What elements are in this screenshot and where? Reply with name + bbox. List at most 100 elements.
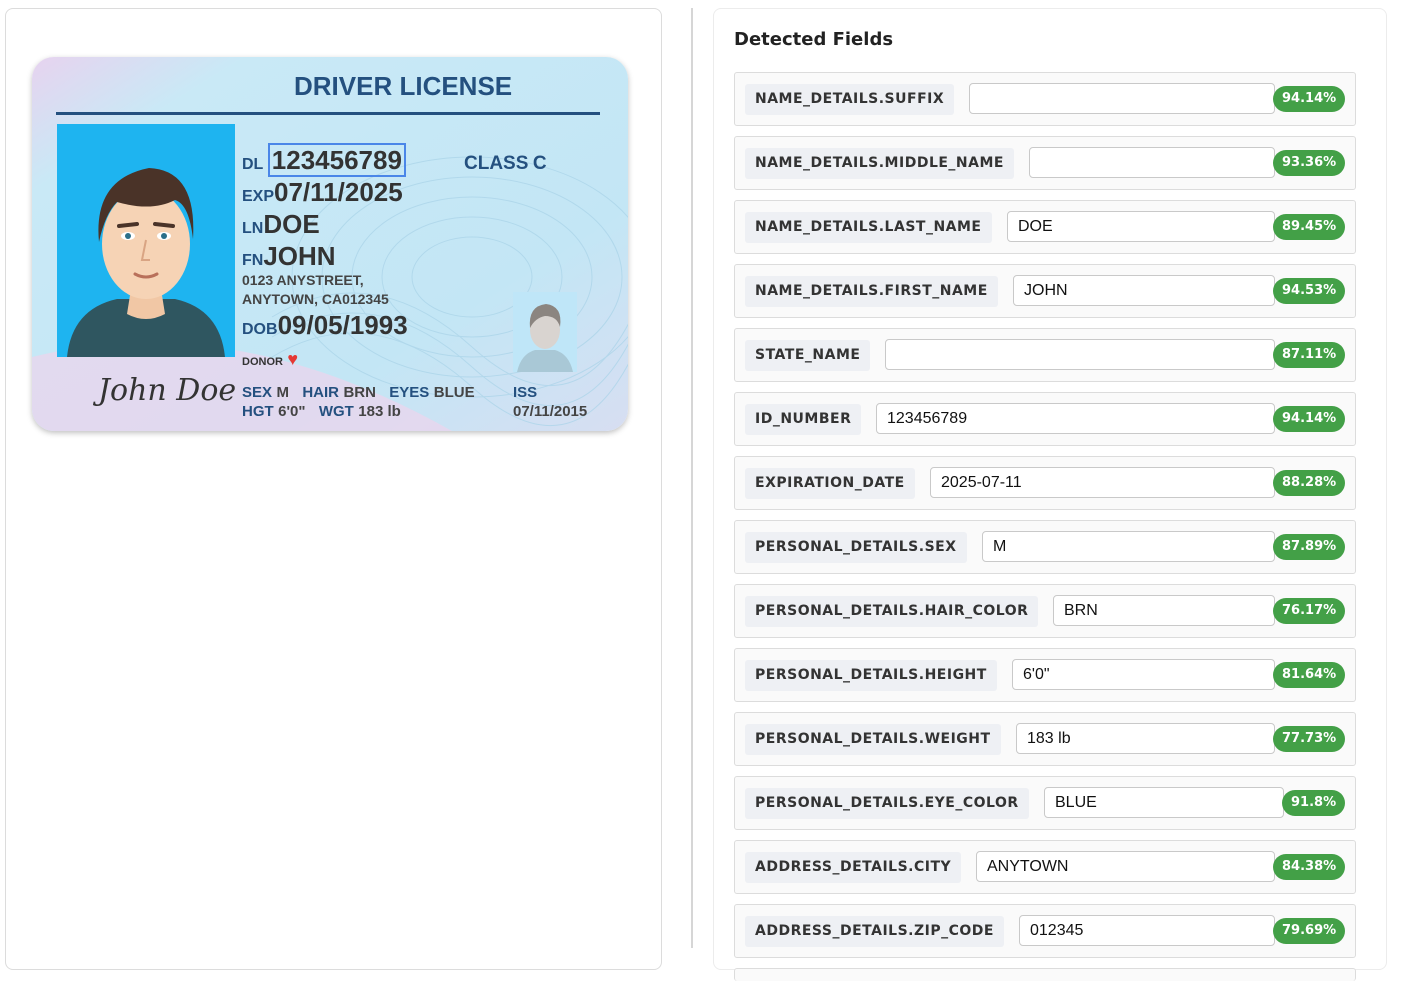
exp-line: EXP07/11/2025 — [242, 177, 403, 208]
class-line: CLASS C — [464, 153, 547, 175]
confidence-badge: 77.73% — [1273, 726, 1346, 752]
eyes-prefix: EYES — [389, 384, 430, 401]
field-value-input[interactable] — [1012, 659, 1275, 690]
confidence-badge: 79.69% — [1273, 918, 1346, 944]
field-label: NAME_DETAILS.MIDDLE_NAME — [745, 148, 1014, 179]
field-label: NAME_DETAILS.SUFFIX — [745, 84, 955, 115]
hair-prefix: HAIR — [302, 384, 339, 401]
sex-value: M — [276, 384, 289, 401]
donor-label: DONOR — [242, 356, 283, 368]
donor-line: DONOR ♥ — [242, 349, 298, 370]
last-name: DOE — [263, 209, 320, 239]
field-label: NAME_DETAILS.FIRST_NAME — [745, 276, 998, 307]
field-value-input[interactable] — [885, 339, 1275, 370]
field-row: PERSONAL_DETAILS.WEIGHT 77.73% — [734, 712, 1356, 766]
iss-label: ISS — [513, 384, 537, 402]
confidence-badge: 87.11% — [1273, 342, 1346, 368]
field-row: NAME_DETAILS.FIRST_NAME 94.53% — [734, 264, 1356, 318]
wgt-value: 183 lb — [358, 403, 401, 420]
field-label: PERSONAL_DETAILS.SEX — [745, 532, 967, 563]
first-name: JOHN — [263, 241, 336, 271]
confidence-badge: 87.89% — [1273, 534, 1346, 560]
eyes-value: BLUE — [433, 384, 475, 401]
field-label: ID_NUMBER — [745, 404, 862, 435]
field-value-input[interactable] — [1007, 211, 1275, 242]
field-value-input[interactable] — [976, 851, 1275, 882]
detected-fields-panel: Detected Fields NAME_DETAILS.SUFFIX 94.14… — [713, 8, 1387, 981]
exp-date: 07/11/2025 — [274, 177, 403, 207]
confidence-badge: 89.45% — [1273, 214, 1346, 240]
id-card-image: DRIVER LICENSE DL 123456789 CLASS C EXP0… — [32, 57, 628, 431]
confidence-badge: 94.14% — [1273, 86, 1346, 112]
class-value: C — [532, 153, 547, 174]
iss-date: 07/11/2015 — [513, 403, 587, 421]
field-row: PERSONAL_DETAILS.EYE_COLOR 91.8% — [734, 776, 1356, 830]
iss-prefix: ISS — [513, 384, 538, 401]
hgt-value: 6'0" — [278, 403, 306, 420]
hgt-wgt-line: HGT 6'0" WGT 183 lb — [242, 403, 401, 421]
field-value-input[interactable] — [1044, 787, 1284, 818]
dl-number: 123456789 — [267, 143, 406, 177]
confidence-badge: 93.36% — [1273, 150, 1346, 176]
portrait-illustration — [67, 168, 225, 357]
field-label: PERSONAL_DETAILS.EYE_COLOR — [745, 788, 1029, 819]
ghost-portrait — [513, 292, 577, 372]
field-value-input[interactable] — [969, 83, 1275, 114]
field-value-input[interactable] — [876, 403, 1275, 434]
confidence-badge: 76.17% — [1273, 598, 1346, 624]
field-row: NAME_DETAILS.SUFFIX 94.14% — [734, 72, 1356, 126]
field-row: ADDRESS_DETAILS.CITY 84.38% — [734, 840, 1356, 894]
card-title-rule — [56, 112, 600, 115]
field-row: PERSONAL_DETAILS.HEIGHT 81.64% — [734, 648, 1356, 702]
dl-prefix: DL — [242, 156, 264, 173]
confidence-badge: 84.38% — [1273, 854, 1346, 880]
signature: John Doe — [98, 373, 237, 408]
sex-prefix: SEX — [242, 384, 273, 401]
address-line-1: 0123 ANYSTREET, — [242, 272, 364, 288]
field-value-input[interactable] — [1016, 723, 1275, 754]
ghost-portrait-illustration — [517, 304, 573, 372]
card-title: DRIVER LICENSE — [294, 71, 513, 101]
field-value-input[interactable] — [1053, 595, 1275, 626]
wgt-prefix: WGT — [318, 403, 354, 420]
field-label: PERSONAL_DETAILS.HEIGHT — [745, 660, 997, 691]
field-label: PERSONAL_DETAILS.WEIGHT — [745, 724, 1001, 755]
confidence-badge: 94.53% — [1273, 278, 1346, 304]
class-prefix: CLASS — [464, 153, 529, 174]
ln-line: LNDOE — [242, 209, 320, 240]
exp-prefix: EXP — [242, 188, 275, 205]
confidence-badge: 94.14% — [1273, 406, 1346, 432]
iss-value: 07/11/2015 — [513, 403, 588, 420]
fn-line: FNJOHN — [242, 241, 336, 272]
panel-title: Detected Fields — [734, 29, 894, 50]
hair-value: BRN — [343, 384, 376, 401]
field-value-input[interactable] — [1013, 275, 1275, 306]
field-value-input[interactable] — [982, 531, 1275, 562]
dob-prefix: DOB — [242, 321, 278, 338]
confidence-badge: 81.64% — [1273, 662, 1346, 688]
field-value-input[interactable] — [1019, 915, 1275, 946]
dob-date: 09/05/1993 — [277, 310, 408, 340]
panel-divider[interactable] — [691, 8, 693, 948]
field-value-input[interactable] — [930, 467, 1275, 498]
field-label: PERSONAL_DETAILS.HAIR_COLOR — [745, 596, 1039, 627]
field-row: NAME_DETAILS.MIDDLE_NAME 93.36% — [734, 136, 1356, 190]
field-label: ADDRESS_DETAILS.ZIP_CODE — [745, 916, 1004, 947]
field-label: ADDRESS_DETAILS.CITY — [745, 852, 962, 883]
confidence-badge: 91.8% — [1282, 790, 1346, 816]
ln-prefix: LN — [242, 220, 264, 237]
field-row: STATE_NAME 87.11% — [734, 328, 1356, 382]
fields-list: NAME_DETAILS.SUFFIX 94.14% NAME_DETAILS.MI… — [734, 72, 1356, 991]
sex-hair-eyes-line: SEX M HAIR BRN EYES BLUE — [242, 384, 475, 402]
fn-prefix: FN — [242, 252, 264, 269]
field-label: STATE_NAME — [745, 340, 871, 371]
hgt-prefix: HGT — [242, 403, 274, 420]
field-row: PERSONAL_DETAILS.SEX 87.89% — [734, 520, 1356, 574]
field-value-input[interactable] — [1029, 147, 1275, 178]
heart-icon: ♥ — [287, 349, 299, 369]
field-row: EXPIRATION_DATE 88.28% — [734, 456, 1356, 510]
field-row: ADDRESS_DETAILS.ZIP_CODE 79.69% — [734, 904, 1356, 958]
field-label: EXPIRATION_DATE — [745, 468, 915, 499]
field-row: ID_NUMBER 94.14% — [734, 392, 1356, 446]
document-preview-panel: DRIVER LICENSE DL 123456789 CLASS C EXP0… — [5, 8, 662, 970]
